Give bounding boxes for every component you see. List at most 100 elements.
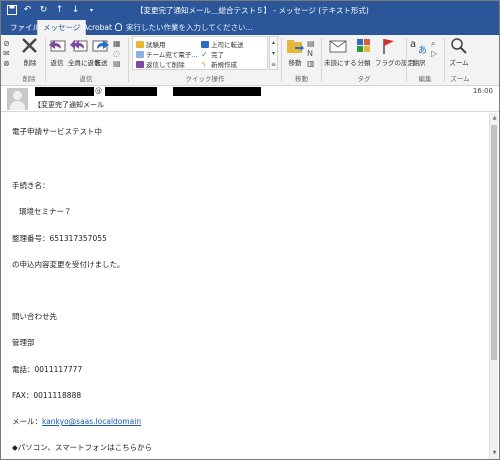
- reply-delete-icon: [136, 60, 144, 68]
- sender-at-sign: @: [95, 87, 102, 95]
- body-line: の申込内容変更を受付けました。: [12, 260, 125, 269]
- group-separator: [406, 38, 407, 82]
- lightbulb-icon: [115, 23, 122, 31]
- checkmark-icon: ✓: [201, 49, 208, 59]
- team-email-icon: [136, 50, 144, 58]
- body-line-email: メール：kankyo@saas.localdomain: [12, 416, 141, 427]
- categorize-icon: [357, 39, 370, 52]
- vertical-scrollbar[interactable]: ▲ ▼: [489, 113, 498, 459]
- translate-button[interactable]: aあ 翻訳: [408, 37, 430, 67]
- quick-step-6[interactable]: ϟ 新規作成: [201, 59, 237, 69]
- envelope-icon: [329, 40, 347, 53]
- quick-step-4[interactable]: ✓ 完了: [201, 49, 224, 59]
- avatar: [7, 88, 28, 110]
- scroll-up-icon[interactable]: ▲: [491, 114, 498, 122]
- received-time: 16:00: [472, 87, 493, 95]
- delete-button[interactable]: 削除: [19, 37, 41, 67]
- quick-access-toolbar: ↶ ↻ ↑ ↓ ▾: [5, 3, 98, 17]
- move-more-icons: ▤ N ▥: [307, 39, 319, 69]
- tab-acrobat[interactable]: Acrobat: [78, 20, 117, 35]
- actions-icon[interactable]: ▥: [307, 59, 319, 69]
- flag-icon: [383, 39, 394, 54]
- body-line: 電話：0011117777: [12, 365, 83, 374]
- junk-icon[interactable]: ⊗: [3, 59, 15, 69]
- svg-text:あ: あ: [418, 45, 427, 55]
- forward-label: 転送: [94, 59, 108, 67]
- next-item-icon[interactable]: ↓: [69, 3, 82, 17]
- find-icon[interactable]: ⌕: [431, 39, 441, 49]
- scroll-thumb[interactable]: [491, 125, 497, 360]
- ribbon-tabs: ファイル メッセージ Acrobat 実行したい作業を入力してください...: [1, 20, 499, 35]
- translate-label: 翻訳: [412, 59, 426, 67]
- cleanup-icon[interactable]: ✉: [3, 49, 15, 59]
- categorize-button[interactable]: 分類: [354, 37, 374, 67]
- group-label-respond: 返信: [79, 75, 93, 83]
- title-bar: ↶ ↻ ↑ ↓ ▾ 【変更完了通知メール＿総合テスト５】 - メッセージ (テキ…: [1, 1, 499, 20]
- body-line: 問い合わせ先: [12, 312, 57, 321]
- rules-icon[interactable]: ▤: [307, 39, 319, 49]
- more-respond-icon[interactable]: ▤: [113, 59, 125, 69]
- message-subject: 【変更完了通知メール: [34, 101, 104, 109]
- group-label-editing: 編集: [418, 75, 432, 83]
- respond-more-icons: ▦ ◌ ▤: [113, 39, 125, 69]
- reply-icon: [49, 40, 66, 52]
- forward-to-manager-icon: [201, 40, 209, 48]
- message-body: 電子申請サービステスト中 手続き名： 環境セミナー７ 整理番号：65131735…: [1, 113, 489, 459]
- im-icon[interactable]: ◌: [113, 49, 125, 59]
- body-line: 手続き名：: [12, 181, 50, 190]
- body-line: FAX：0011118888: [12, 391, 82, 400]
- categorize-label: 分類: [357, 59, 371, 67]
- zoom-button[interactable]: ズーム: [447, 37, 471, 67]
- meeting-icon[interactable]: ▦: [113, 39, 125, 49]
- quick-step-5[interactable]: 返信して削除: [136, 59, 185, 69]
- group-separator: [444, 38, 445, 82]
- body-line: 管理部: [12, 338, 35, 347]
- tell-me-box[interactable]: 実行したい作業を入力してください...: [115, 20, 253, 35]
- group-label-move: 移動: [295, 75, 308, 83]
- onenote-icon[interactable]: N: [307, 49, 319, 59]
- move-button[interactable]: 移動: [284, 37, 306, 67]
- reply-all-button[interactable]: 全員に返信: [68, 37, 101, 67]
- group-separator: [128, 38, 129, 82]
- sender-domain-redaction: [105, 87, 157, 96]
- group-label-zoom: ズーム: [450, 75, 470, 83]
- ignore-icon[interactable]: ⊘: [3, 39, 15, 49]
- scroll-down-icon[interactable]: ▼: [491, 449, 498, 457]
- body-line: 電子申請サービステスト中: [12, 127, 102, 136]
- delete-icon: [22, 38, 37, 53]
- translate-icon: aあ: [410, 39, 427, 55]
- previous-item-icon[interactable]: ↑: [53, 3, 66, 17]
- forward-icon: [92, 40, 109, 52]
- quick-step-1[interactable]: 試験用: [136, 39, 166, 49]
- email-link[interactable]: kankyo@saas.localdomain: [42, 417, 141, 426]
- undo-icon[interactable]: ↶: [21, 3, 34, 17]
- group-label-tags: タグ: [357, 75, 371, 83]
- mark-unread-label: 未読にする: [324, 59, 357, 67]
- magnifier-icon: [451, 38, 467, 54]
- ribbon: ⊘ ✉ ⊗ 削除 削除 返信 全員に返信 転送 ▦ ◌ ▤ 返信 試験用 上司に…: [1, 35, 499, 86]
- sender-redaction: [35, 87, 94, 96]
- reply-button[interactable]: 返信: [47, 37, 67, 67]
- body-line: 整理番号：651317357055: [12, 234, 107, 243]
- svg-text:a: a: [410, 39, 416, 50]
- group-separator: [45, 38, 46, 82]
- select-icon[interactable]: ▷: [431, 49, 441, 59]
- folder-icon: [136, 40, 144, 48]
- forward-button[interactable]: 転送: [91, 37, 111, 67]
- quick-steps-scroll[interactable]: ▴ ▾ ≡: [269, 36, 278, 70]
- quick-step-2[interactable]: 上司に転送: [201, 39, 244, 49]
- message-header: @ 16:00 【変更完了通知メール: [1, 87, 499, 112]
- recipient-redaction: [173, 87, 261, 96]
- save-icon[interactable]: [5, 3, 18, 17]
- quick-step-3[interactable]: チーム宛て電子...: [136, 49, 198, 59]
- move-label: 移動: [288, 59, 302, 67]
- redo-icon[interactable]: ↻: [37, 3, 50, 17]
- mark-unread-button[interactable]: 未読にする: [324, 37, 357, 67]
- zoom-label: ズーム: [449, 59, 469, 67]
- group-label-delete: 削除: [22, 75, 36, 83]
- move-folder-icon: [287, 40, 304, 53]
- reply-all-icon: [70, 40, 88, 52]
- follow-up-button[interactable]: フラグの設定: [375, 37, 414, 67]
- quick-steps-gallery: 試験用 上司に転送 チーム宛て電子... ✓ 完了 返信して削除 ϟ 新規作成: [132, 36, 268, 70]
- customize-qat-icon[interactable]: ▾: [85, 3, 98, 17]
